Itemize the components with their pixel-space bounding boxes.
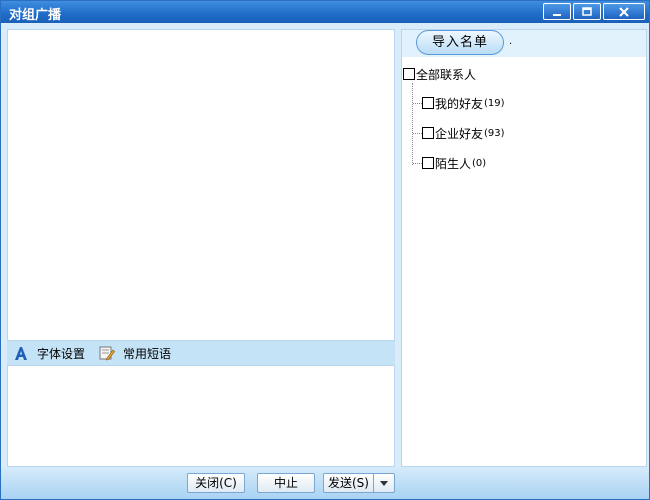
- close-window-button[interactable]: [603, 3, 645, 20]
- business-friends-checkbox[interactable]: [422, 127, 434, 139]
- minimize-button[interactable]: [543, 3, 571, 20]
- title-bar: 对组广播: [1, 1, 649, 23]
- tree-node-business-friends[interactable]: 企业好友 (93): [422, 124, 505, 142]
- font-icon: [15, 347, 27, 360]
- maximize-icon: [582, 7, 592, 16]
- send-button[interactable]: 发送(S): [324, 474, 374, 492]
- group-label: 陌生人: [435, 156, 472, 171]
- send-button-group: 发送(S): [323, 473, 395, 493]
- tree-node-strangers[interactable]: 陌生人 (0): [422, 154, 486, 172]
- group-label: 我的好友: [435, 96, 484, 111]
- all-contacts-checkbox[interactable]: [403, 68, 415, 80]
- tree-node-my-friends[interactable]: 我的好友 (19): [422, 94, 505, 112]
- group-count: (93): [484, 127, 505, 139]
- window-title: 对组广播: [9, 8, 62, 23]
- my-friends-checkbox[interactable]: [422, 97, 434, 109]
- tree-node-all-contacts[interactable]: 全部联系人: [403, 65, 476, 83]
- import-bar: 导入名单 ·: [402, 30, 646, 57]
- font-settings-label: 字体设置: [37, 346, 86, 361]
- tree-connector: [413, 103, 422, 104]
- import-list-button[interactable]: 导入名单: [416, 30, 504, 55]
- common-phrases-button[interactable]: 常用短语: [99, 341, 171, 365]
- maximize-button[interactable]: [573, 3, 601, 20]
- message-input[interactable]: [7, 365, 395, 467]
- tree-connector: [412, 83, 413, 165]
- common-phrases-label: 常用短语: [123, 346, 172, 361]
- group-count: (19): [484, 97, 505, 109]
- group-count: (0): [472, 157, 487, 169]
- footer-bar: 关闭(C) 中止 发送(S): [1, 467, 649, 499]
- strangers-checkbox[interactable]: [422, 157, 434, 169]
- format-toolbar: 字体设置 常用短语: [7, 341, 395, 365]
- tree-connector: [413, 163, 422, 164]
- dropdown-arrow-icon: [380, 480, 388, 486]
- message-history-area: [7, 29, 395, 341]
- contacts-panel: 导入名单 · 全部联系人 我的好友 (19) 企业好友 (93) 陌生人 (0): [401, 29, 647, 467]
- group-label: 企业好友: [435, 126, 484, 141]
- tree-connector: [413, 133, 422, 134]
- broadcast-window: 对组广播 字体设置 常用短语 导入名单 · 全部联系人 我的好友 (19) 企业…: [0, 0, 650, 500]
- all-contacts-label: 全部联系人: [416, 67, 477, 82]
- font-settings-button[interactable]: 字体设置: [13, 341, 85, 365]
- close-icon: [619, 6, 629, 17]
- send-options-dropdown[interactable]: [374, 474, 394, 492]
- stop-button[interactable]: 中止: [257, 473, 315, 493]
- minimize-icon: [553, 13, 561, 16]
- close-button[interactable]: 关闭(C): [187, 473, 245, 493]
- phrases-icon: [99, 346, 115, 361]
- import-dot: ·: [509, 39, 513, 50]
